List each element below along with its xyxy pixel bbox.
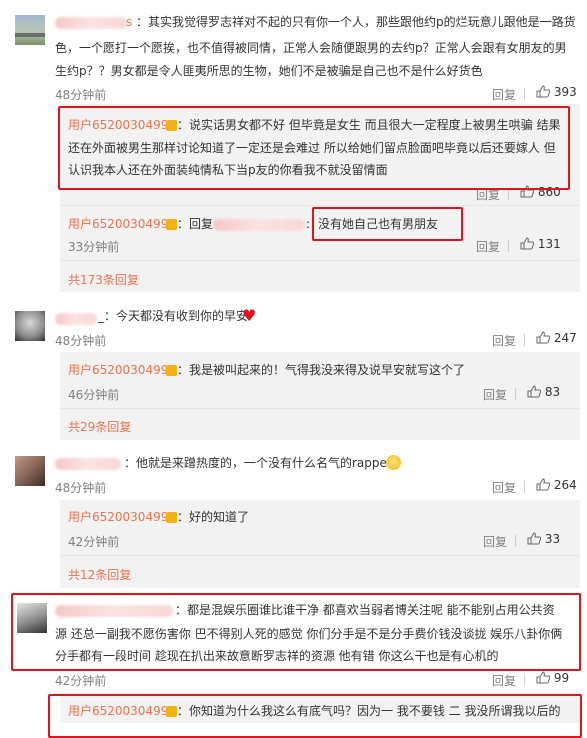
reply-button[interactable]: 回复 bbox=[476, 186, 500, 203]
avatar[interactable] bbox=[17, 603, 47, 633]
reply-button[interactable]: 回复 bbox=[492, 86, 516, 103]
mention-blurred[interactable] bbox=[213, 219, 305, 231]
reply-text: 没有她自己也有男朋友 bbox=[318, 217, 439, 231]
timestamp: 42分钟前 bbox=[68, 535, 120, 549]
divider bbox=[524, 88, 525, 100]
reply-username[interactable]: 用户6520030499 bbox=[68, 700, 168, 722]
like-button[interactable]: 83 bbox=[527, 385, 560, 399]
divider bbox=[60, 205, 580, 206]
reply-text: ：说实话男女都不好 但毕竟是女生 而且很大一定程度上被男生哄骗 结果 bbox=[177, 118, 561, 132]
timestamp: 33分钟前 bbox=[68, 240, 120, 254]
reply-username[interactable]: 用户6520030499 bbox=[68, 114, 168, 136]
divider bbox=[60, 555, 580, 556]
timestamp: 48分钟前 bbox=[55, 481, 107, 495]
reply-text: 还在外面被男生那样讨论知道了一定还是会难过 所以给她们留点脸面吧毕竟以后还要嫁人… bbox=[68, 141, 556, 155]
timestamp: 48分钟前 bbox=[55, 88, 107, 102]
vip-badge-icon bbox=[166, 512, 177, 523]
comment-text: 分手都有一段时间 趁现在扒出来故意断罗志祥的资源 他有错 你这么干也是有心机的 bbox=[55, 649, 499, 663]
reply-button[interactable]: 回复 bbox=[492, 332, 516, 349]
like-count: 860 bbox=[537, 185, 561, 199]
like-button[interactable]: 860 bbox=[520, 185, 561, 199]
comment-text: 色，一个愿打一个愿挨，也不值得被同情，正常人会随便跟男的去约p？正常人会跟有女朋… bbox=[55, 41, 567, 55]
reply-username[interactable]: 用户6520030499 bbox=[68, 506, 168, 528]
like-count: 393 bbox=[553, 85, 577, 99]
divider bbox=[60, 260, 580, 261]
reply-username[interactable]: 用户6520030499 bbox=[68, 213, 168, 235]
like-count: 99 bbox=[553, 671, 570, 685]
reply-button[interactable]: 回复 bbox=[492, 479, 516, 496]
thumbs-up-icon bbox=[536, 331, 550, 344]
reply-text: ：好的知道了 bbox=[177, 510, 250, 524]
smile-emoji-icon bbox=[386, 455, 401, 470]
timestamp: 48分钟前 bbox=[55, 334, 107, 348]
divider bbox=[524, 674, 525, 686]
like-button[interactable]: 264 bbox=[536, 478, 577, 492]
reply-button[interactable]: 回复 bbox=[483, 533, 507, 550]
like-button[interactable]: 247 bbox=[536, 331, 577, 345]
heart-emoji-icon: ♥ bbox=[242, 306, 257, 325]
reply-prefix: ：回复 bbox=[177, 217, 214, 231]
divider bbox=[524, 481, 525, 493]
comment-text: 生约p？？男女都是令人匪夷所思的生物，她们不是被骗是自己也不是什么好货色 bbox=[55, 64, 483, 78]
reply-button[interactable]: 回复 bbox=[492, 672, 516, 689]
like-count: 247 bbox=[553, 331, 577, 345]
like-button[interactable]: 33 bbox=[527, 532, 560, 546]
vip-badge-icon bbox=[166, 120, 177, 131]
reply-colon: : bbox=[306, 217, 311, 231]
thumbs-up-icon bbox=[527, 532, 541, 545]
more-replies-link[interactable]: 共173条回复 bbox=[68, 271, 139, 288]
reply-text: 认识我本人还在外面装纯情私下当p友的你看我不就没留情面 bbox=[68, 163, 388, 177]
thumbs-up-icon bbox=[520, 185, 534, 198]
comment-text: ：他就是来蹭热度的，一个没有什么名气的rapper bbox=[124, 456, 392, 470]
reply-text: ：我是被叫起来的！气得我没来得及说早安就写这个了 bbox=[177, 363, 466, 377]
reply-text: ：你知道为什么我这么有底气吗？因为一 我不要钱 二 我没所谓我以后的 bbox=[177, 704, 561, 718]
thumbs-up-icon bbox=[536, 478, 550, 491]
avatar[interactable] bbox=[15, 311, 45, 341]
avatar[interactable] bbox=[15, 456, 45, 486]
reply-username[interactable]: 用户6520030499 bbox=[68, 359, 168, 381]
timestamp: 42分钟前 bbox=[55, 674, 107, 688]
like-count: 131 bbox=[537, 237, 561, 251]
reply-button[interactable]: 回复 bbox=[483, 386, 507, 403]
more-replies-link[interactable]: 共29条回复 bbox=[68, 418, 131, 435]
like-button[interactable]: 99 bbox=[536, 671, 569, 685]
username-suffix[interactable]: s bbox=[126, 11, 132, 33]
like-button[interactable]: 131 bbox=[520, 237, 561, 251]
avatar[interactable] bbox=[15, 15, 45, 45]
thumbs-up-icon bbox=[536, 85, 550, 98]
username-blurred[interactable] bbox=[55, 313, 97, 325]
divider bbox=[515, 535, 516, 547]
comment-text: ：都是混娱乐圈谁比谁干净 都喜欢当弱者博关注呢 能不能别占用公共资 bbox=[175, 603, 555, 617]
divider bbox=[60, 408, 580, 409]
divider bbox=[524, 334, 525, 346]
username-blurred[interactable] bbox=[55, 458, 121, 470]
username-blurred[interactable] bbox=[55, 605, 173, 617]
like-button[interactable]: 393 bbox=[536, 85, 577, 99]
divider bbox=[515, 388, 516, 400]
comment-text: ：今天都没有收到你的早安 bbox=[104, 309, 249, 323]
timestamp: 46分钟前 bbox=[68, 388, 120, 402]
divider bbox=[508, 188, 509, 200]
vip-badge-icon bbox=[166, 706, 177, 717]
comment-text: ：其实我觉得罗志祥对不起的只有你一个人，那些跟他约p的烂玩意儿跟他是一路货 bbox=[136, 15, 576, 29]
more-replies-link[interactable]: 共12条回复 bbox=[68, 566, 131, 583]
thumbs-up-icon bbox=[520, 237, 534, 250]
vip-badge-icon bbox=[166, 219, 177, 230]
comment-text: 源 还总一副我不愿伤害你 巴不得别人死的感觉 你们分手是不是分手费价钱没谈拢 娱… bbox=[55, 627, 563, 641]
thumbs-up-icon bbox=[527, 385, 541, 398]
like-count: 83 bbox=[544, 385, 561, 399]
like-count: 33 bbox=[544, 532, 561, 546]
thumbs-up-icon bbox=[536, 671, 550, 684]
vip-badge-icon bbox=[166, 365, 177, 376]
divider bbox=[508, 240, 509, 252]
like-count: 264 bbox=[553, 478, 577, 492]
username-blurred[interactable] bbox=[55, 17, 127, 29]
reply-button[interactable]: 回复 bbox=[476, 238, 500, 255]
